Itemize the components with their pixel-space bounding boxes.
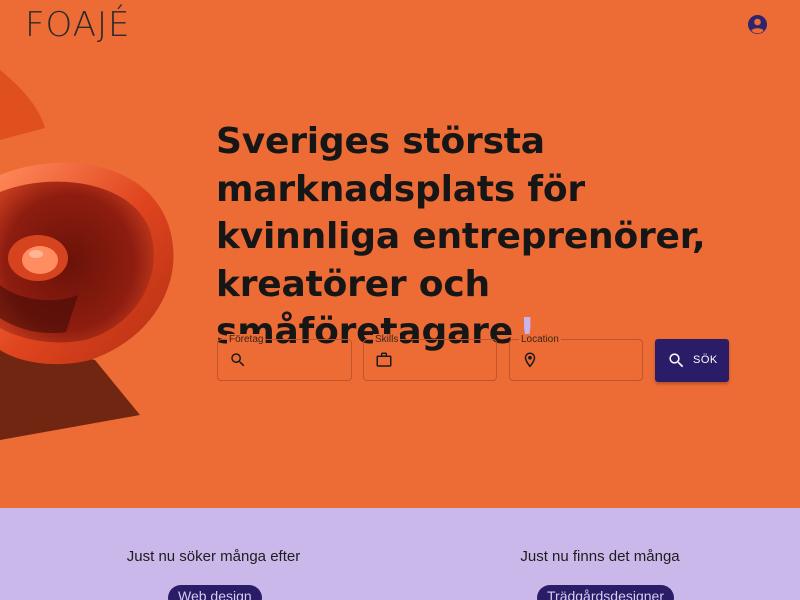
company-field-label: Företag [227, 334, 266, 345]
popular-section: Just nu söker många efter Web design Jus… [0, 508, 800, 600]
search-button[interactable]: SÖK [655, 339, 729, 382]
hero-section: FOAJÉ Sveriges största marknadsplats för… [0, 0, 800, 508]
search-button-label: SÖK [693, 354, 718, 366]
available-chip[interactable]: Trädgårdsdesigner [537, 585, 674, 600]
company-field[interactable]: Företag [217, 334, 352, 381]
searching-title: Just nu söker många efter [126, 548, 301, 565]
search-icon [669, 353, 684, 368]
searching-chip[interactable]: Web design [168, 585, 262, 600]
headline-text: Sveriges största marknadsplats för kvinn… [216, 121, 706, 352]
skills-field-label: Skills [373, 334, 401, 345]
account-icon[interactable] [748, 15, 767, 34]
hero-headline: Sveriges största marknadsplats för kvinn… [216, 118, 776, 356]
location-input[interactable] [546, 348, 634, 374]
available-title: Just nu finns det många [520, 548, 680, 565]
briefcase-icon [376, 352, 392, 367]
skills-input[interactable] [400, 348, 488, 374]
logo[interactable]: FOAJÉ [25, 5, 131, 45]
megaphone-image [0, 70, 174, 440]
skills-field[interactable]: Skills [363, 334, 497, 381]
company-input[interactable] [254, 348, 343, 374]
location-field-label: Location [519, 334, 561, 345]
location-field[interactable]: Location [509, 334, 643, 381]
location-pin-icon [524, 352, 536, 368]
search-icon [231, 353, 245, 367]
